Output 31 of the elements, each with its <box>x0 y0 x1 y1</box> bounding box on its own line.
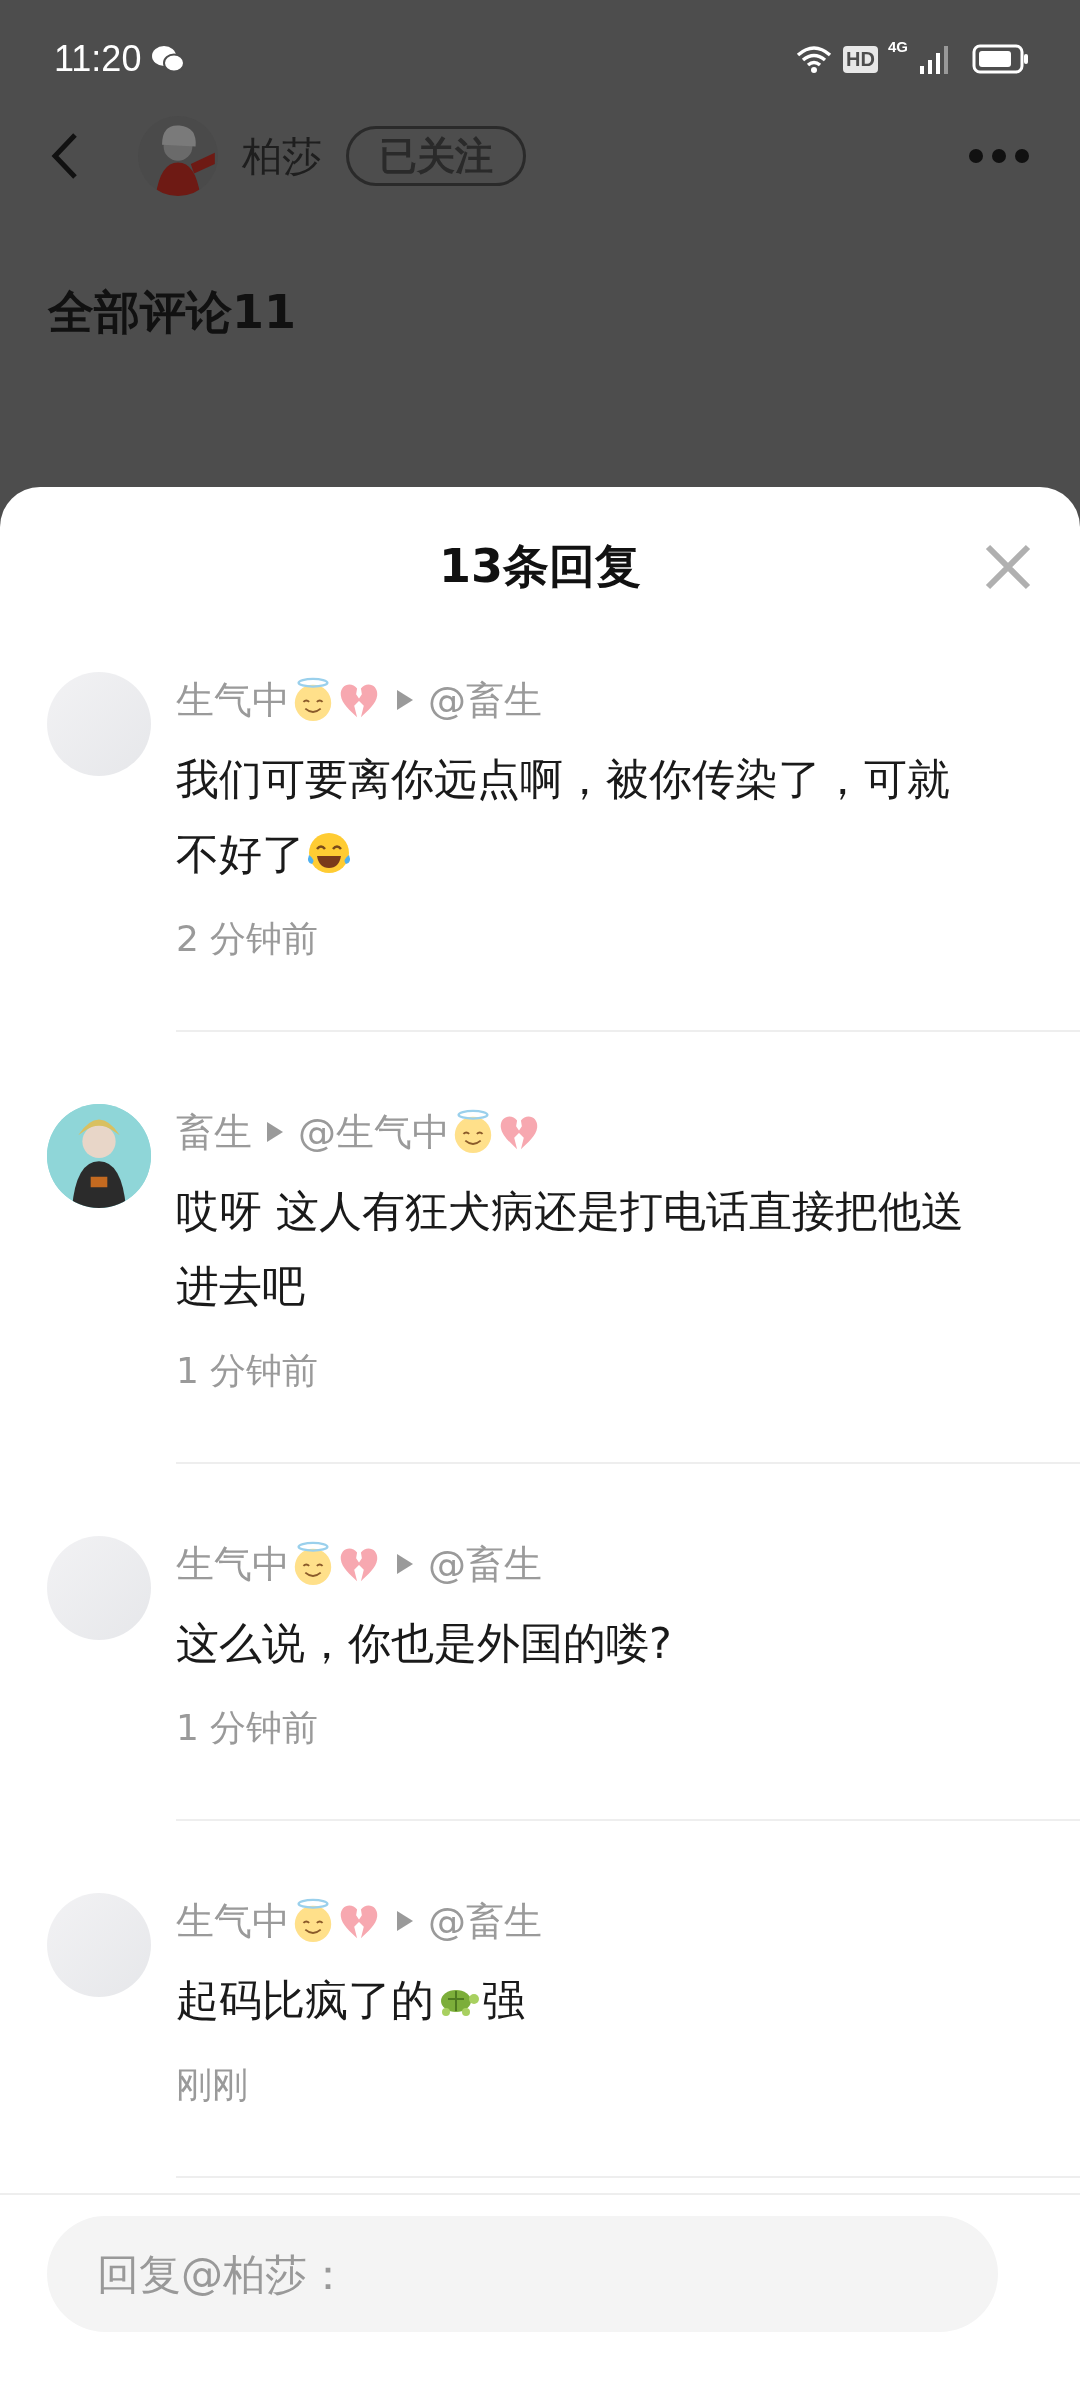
chat-bubbles-icon <box>151 45 186 73</box>
more-icon[interactable] <box>968 148 1030 164</box>
comment-text: 我们可要离你远点啊，被你传染了，可就不好了 <box>176 753 951 881</box>
battery-icon <box>972 44 1030 74</box>
user-name[interactable]: 畜生 <box>176 1106 252 1158</box>
user-name[interactable]: 生气中 <box>176 1895 290 1947</box>
comment-time: 1 分钟前 <box>176 1349 320 1393</box>
reply-field[interactable]: 回复@柏莎： <box>47 2216 998 2332</box>
reply-arrow-icon <box>396 1553 414 1575</box>
comment-time: 1 分钟前 <box>176 1706 320 1750</box>
reply-arrow-icon <box>396 689 414 711</box>
reply-arrow-icon <box>396 1910 414 1932</box>
reply-arrow-icon <box>266 1121 284 1143</box>
comment-time: 刚刚 <box>176 2063 249 2107</box>
comment-text: 起码比疯了的 强 <box>176 1974 526 2027</box>
user-name[interactable]: 生气中 <box>176 1538 290 1590</box>
user-name[interactable]: 生气中 <box>176 674 290 726</box>
user-name[interactable]: @生气中 <box>298 1106 450 1158</box>
sheet-title: 13条回复 <box>439 538 641 595</box>
status-time: 11:20 <box>54 38 142 80</box>
user-name[interactable]: @畜生 <box>428 1538 542 1590</box>
comment-time: 2 分钟前 <box>176 917 320 961</box>
comment-text: 这么说，你也是外国的喽? <box>176 1617 673 1670</box>
wifi-icon <box>795 44 834 74</box>
user-name[interactable]: @畜生 <box>428 1895 542 1947</box>
back-icon[interactable] <box>50 131 80 181</box>
comment-text: 哎呀 这人有狂犬病还是打电话直接把他送进去吧 <box>176 1185 965 1313</box>
hd-badge: HD <box>843 45 878 73</box>
user-name[interactable]: @畜生 <box>428 674 542 726</box>
comments-title: 全部评论11 <box>46 284 297 341</box>
network-type: 4G <box>888 38 908 55</box>
